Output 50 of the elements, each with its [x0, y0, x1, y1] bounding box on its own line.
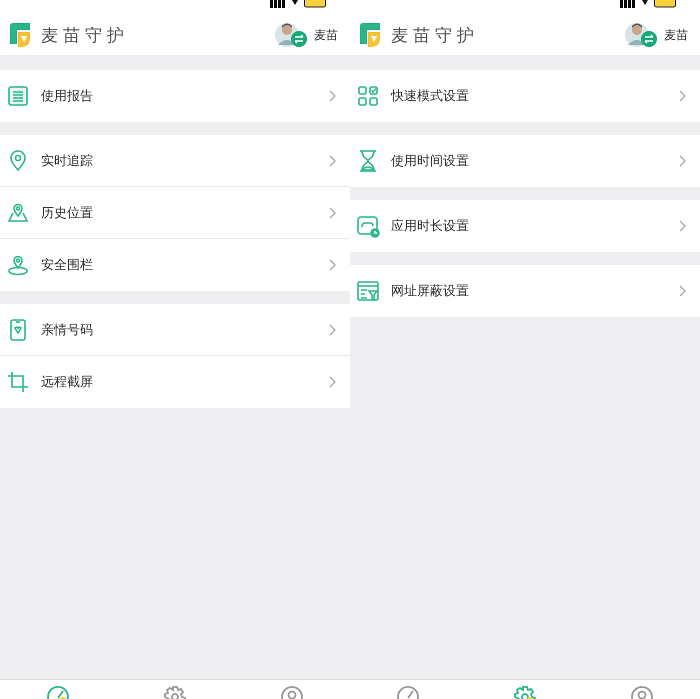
menu-item-label: 安全围栏	[41, 257, 94, 274]
avatar-icon[interactable]	[275, 21, 307, 49]
browser-filter-icon	[356, 279, 380, 303]
menu-item-label: 快速模式设置	[391, 88, 470, 105]
menu-item[interactable]: 快速模式设置	[350, 70, 700, 122]
menu-item[interactable]: 历史位置	[0, 187, 350, 239]
map-pin-icon	[6, 200, 30, 224]
menu-item-label: 使用时间设置	[391, 153, 470, 170]
menu-item[interactable]: 安全围栏	[0, 239, 350, 291]
menu-item[interactable]: 亲情号码	[0, 304, 350, 356]
chevron-icon	[329, 90, 336, 102]
chevron-icon	[329, 206, 336, 218]
grid-icon	[356, 84, 380, 108]
chevron-icon	[329, 259, 336, 271]
menu-item-label: 应用时长设置	[391, 218, 470, 235]
battery-icon	[304, 0, 328, 8]
signal-icon	[270, 0, 286, 8]
avatar-icon[interactable]	[625, 21, 657, 49]
menu-item[interactable]: 使用报告	[0, 70, 350, 122]
report-icon	[6, 84, 30, 108]
menu-item-label: 网址屏蔽设置	[391, 283, 470, 300]
chevron-icon	[679, 90, 686, 102]
chevron-icon	[329, 376, 336, 388]
menu-item[interactable]: 远程截屏	[0, 356, 350, 408]
user-name[interactable]: 麦苗	[314, 26, 338, 44]
menu-item[interactable]: 应用时长设置	[350, 200, 700, 252]
menu-item[interactable]: 网址屏蔽设置	[350, 265, 700, 317]
chevron-icon	[679, 220, 686, 232]
menu-item[interactable]: 实时追踪	[0, 135, 350, 187]
wifi-icon	[290, 0, 300, 6]
app-title: 麦苗守护	[391, 24, 479, 46]
wifi-icon	[640, 0, 650, 6]
user-name[interactable]: 麦苗	[664, 26, 688, 44]
chevron-icon	[329, 324, 336, 336]
app-logo-icon	[8, 22, 32, 48]
menu-item-label: 远程截屏	[41, 374, 94, 391]
menu-item-label: 亲情号码	[41, 322, 94, 338]
chevron-icon	[329, 154, 336, 166]
fence-pin-icon	[6, 253, 30, 277]
chevron-icon	[679, 285, 686, 297]
menu-item-label: 实时追踪	[41, 152, 94, 170]
battery-icon	[654, 0, 678, 8]
app-title: 麦苗守护	[41, 24, 129, 46]
menu-item[interactable]: 使用时间设置	[350, 135, 700, 187]
crop-icon	[6, 370, 30, 394]
menu-item-label: 使用报告	[41, 88, 94, 105]
chevron-icon	[679, 155, 686, 167]
signal-icon	[620, 0, 636, 8]
app-logo-icon	[358, 22, 382, 48]
menu-item-label: 历史位置	[41, 204, 94, 222]
